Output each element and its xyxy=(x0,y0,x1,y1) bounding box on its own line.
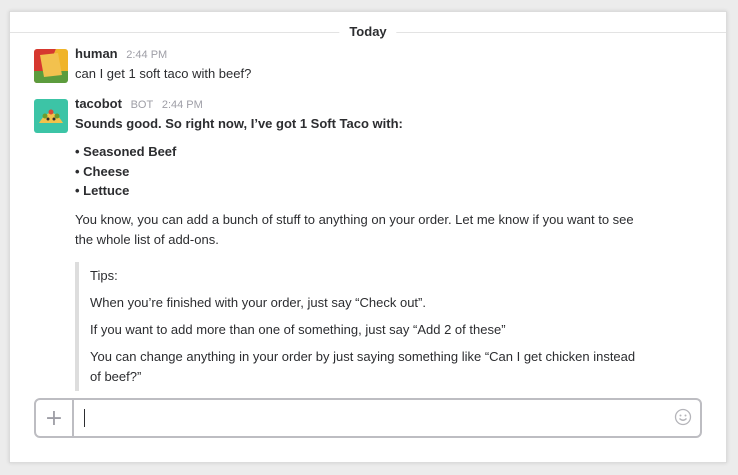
timestamp[interactable]: 2:44 PM xyxy=(162,99,203,111)
message-human: human 2:44 PM can I get 1 soft taco with… xyxy=(34,46,702,83)
sender-name[interactable]: human xyxy=(75,46,118,61)
message-tacobot: tacobot BOT 2:44 PM Sounds good. So righ… xyxy=(34,96,702,391)
order-item-list: • Seasoned Beef • Cheese • Lettuce xyxy=(75,142,702,201)
tip-line: When you’re finished with your order, ju… xyxy=(90,294,426,310)
message-paragraph: You know, you can add a bunch of stuff t… xyxy=(75,211,634,247)
avatar-tacobot[interactable] xyxy=(34,99,68,133)
list-item: • Seasoned Beef xyxy=(75,144,177,159)
bot-badge: BOT xyxy=(130,99,154,111)
tip-line: If you want to add more than one of some… xyxy=(90,321,506,337)
tips-attachment: Tips: When you’re finished with your ord… xyxy=(75,261,645,391)
message-text: can I get 1 soft taco with beef? xyxy=(75,66,252,81)
plus-icon[interactable]: + xyxy=(36,400,74,436)
sender-name[interactable]: tacobot xyxy=(75,96,122,111)
message-intro: Sounds good. So right now, I’ve got 1 So… xyxy=(75,116,403,131)
message-input[interactable]: + xyxy=(34,398,702,438)
text-cursor xyxy=(84,409,85,427)
chat-window: Today human 2:44 PM can I get 1 soft tac… xyxy=(9,11,727,463)
smiley-icon[interactable] xyxy=(674,408,692,426)
tip-line: You can change anything in your order by… xyxy=(90,348,636,384)
day-divider-label: Today xyxy=(339,24,397,39)
list-item: • Lettuce xyxy=(75,183,130,198)
list-item: • Cheese xyxy=(75,163,130,179)
tips-title: Tips: xyxy=(90,267,118,283)
avatar-human[interactable] xyxy=(34,49,68,83)
timestamp[interactable]: 2:44 PM xyxy=(126,49,167,61)
